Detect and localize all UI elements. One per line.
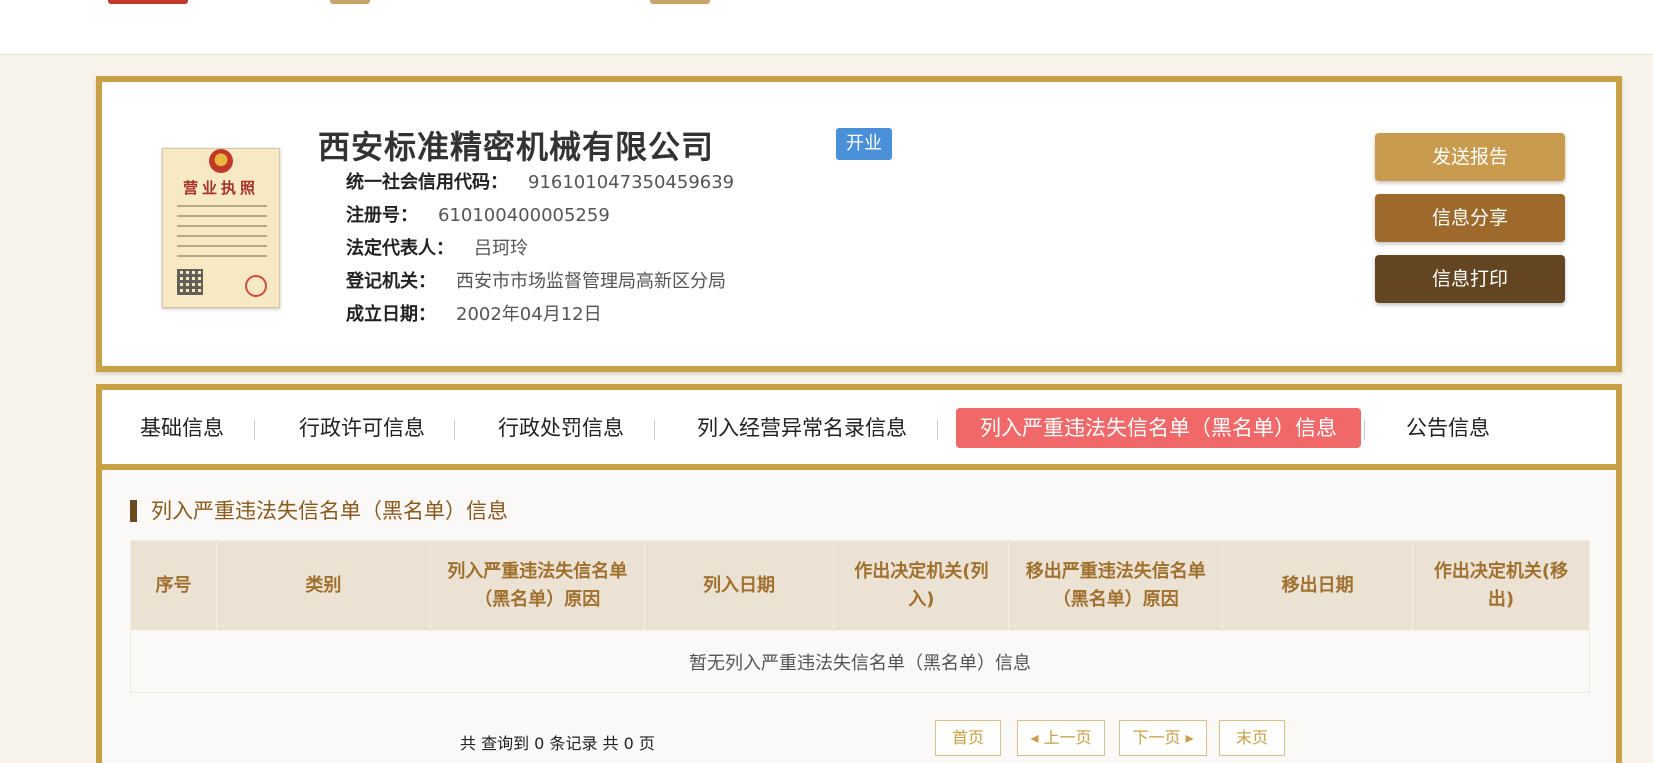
registration-authority-label: 登记机关： bbox=[346, 271, 436, 292]
license-title: 营业执照 bbox=[182, 179, 259, 197]
tab-admin-penalty[interactable]: 行政处罚信息 bbox=[498, 408, 624, 448]
share-info-button[interactable]: 信息分享 bbox=[1375, 194, 1565, 242]
credit-code-label: 统一社会信用代码： bbox=[346, 172, 508, 193]
nav-item[interactable] bbox=[650, 0, 710, 4]
section-title: 列入严重违法失信名单（黑名单）信息 bbox=[130, 500, 508, 522]
column-header: 作出决定机关(移出) bbox=[1412, 540, 1590, 631]
top-header bbox=[0, 0, 1653, 55]
legal-representative-value: 吕珂玲 bbox=[474, 238, 528, 259]
column-header: 移出严重违法失信名单（黑名单）原因 bbox=[1008, 540, 1224, 631]
pager-summary: 共 查询到 0 条记录 共 0 页 bbox=[460, 734, 655, 753]
qr-code-icon bbox=[177, 269, 203, 295]
business-license-image[interactable]: 营业执照 bbox=[162, 148, 280, 308]
site-logo[interactable] bbox=[108, 0, 188, 4]
print-info-button[interactable]: 信息打印 bbox=[1375, 255, 1565, 303]
first-page-button[interactable]: 首页 bbox=[935, 720, 1001, 756]
company-card: 营业执照 西安标准精密机械有限公司 开业 统一社会信用代码： 9161010473… bbox=[96, 76, 1622, 372]
table-row: 暂无列入严重违法失信名单（黑名单）信息 bbox=[130, 630, 1590, 693]
column-header: 序号 bbox=[130, 540, 217, 631]
blacklist-table: 序号 类别 列入严重违法失信名单（黑名单）原因 列入日期 作出决定机关(列入) … bbox=[130, 540, 1590, 693]
nav-item[interactable] bbox=[330, 0, 370, 4]
column-header: 列入严重违法失信名单（黑名单）原因 bbox=[429, 540, 645, 631]
tab-admin-license[interactable]: 行政许可信息 bbox=[299, 408, 425, 448]
tab-basic-info[interactable]: 基础信息 bbox=[140, 408, 224, 448]
registration-number-row: 注册号： 610100400005259 bbox=[346, 201, 610, 227]
main-panel: 基础信息 行政许可信息 行政处罚信息 列入经营异常名录信息 列入严重违法失信名单… bbox=[96, 384, 1622, 763]
registration-authority-row: 登记机关： 西安市市场监督管理局高新区分局 bbox=[346, 267, 726, 293]
legal-representative-row: 法定代表人： 吕珂玲 bbox=[346, 234, 528, 260]
registration-number-label: 注册号： bbox=[346, 205, 418, 226]
column-header: 作出决定机关(列入) bbox=[833, 540, 1010, 631]
credit-code-value: 916101047350459639 bbox=[528, 172, 735, 193]
last-page-button[interactable]: 末页 bbox=[1219, 720, 1285, 756]
registration-number-value: 610100400005259 bbox=[438, 205, 610, 226]
table-header-row: 序号 类别 列入严重违法失信名单（黑名单）原因 列入日期 作出决定机关(列入) … bbox=[130, 540, 1590, 631]
content-area: 列入严重违法失信名单（黑名单）信息 序号 类别 列入严重违法失信名单（黑名单）原… bbox=[102, 470, 1616, 763]
status-badge: 开业 bbox=[836, 128, 892, 160]
tab-abnormal-operation[interactable]: 列入经营异常名录信息 bbox=[697, 408, 907, 448]
establishment-date-label: 成立日期： bbox=[346, 304, 436, 325]
tab-serious-violation[interactable]: 列入严重违法失信名单（黑名单）信息 bbox=[956, 408, 1361, 448]
column-header: 移出日期 bbox=[1222, 540, 1414, 631]
establishment-date-row: 成立日期： 2002年04月12日 bbox=[346, 300, 602, 326]
legal-representative-label: 法定代表人： bbox=[346, 238, 454, 259]
credit-code-row: 统一社会信用代码： 916101047350459639 bbox=[346, 168, 734, 194]
next-page-button[interactable]: 下一页 ▸ bbox=[1119, 720, 1207, 756]
column-header: 类别 bbox=[215, 540, 431, 631]
national-emblem-icon bbox=[209, 149, 233, 173]
column-header: 列入日期 bbox=[643, 540, 835, 631]
tab-announcements[interactable]: 公告信息 bbox=[1406, 408, 1490, 448]
seal-icon bbox=[245, 275, 267, 297]
establishment-date-value: 2002年04月12日 bbox=[456, 304, 602, 325]
empty-state-text: 暂无列入严重违法失信名单（黑名单）信息 bbox=[130, 630, 1590, 693]
company-name: 西安标准精密机械有限公司 bbox=[318, 128, 715, 166]
send-report-button[interactable]: 发送报告 bbox=[1375, 133, 1565, 181]
tabs-bar: 基础信息 行政许可信息 行政处罚信息 列入经营异常名录信息 列入严重违法失信名单… bbox=[102, 390, 1616, 470]
prev-page-button[interactable]: ◂ 上一页 bbox=[1017, 720, 1105, 756]
registration-authority-value: 西安市市场监督管理局高新区分局 bbox=[456, 271, 726, 292]
